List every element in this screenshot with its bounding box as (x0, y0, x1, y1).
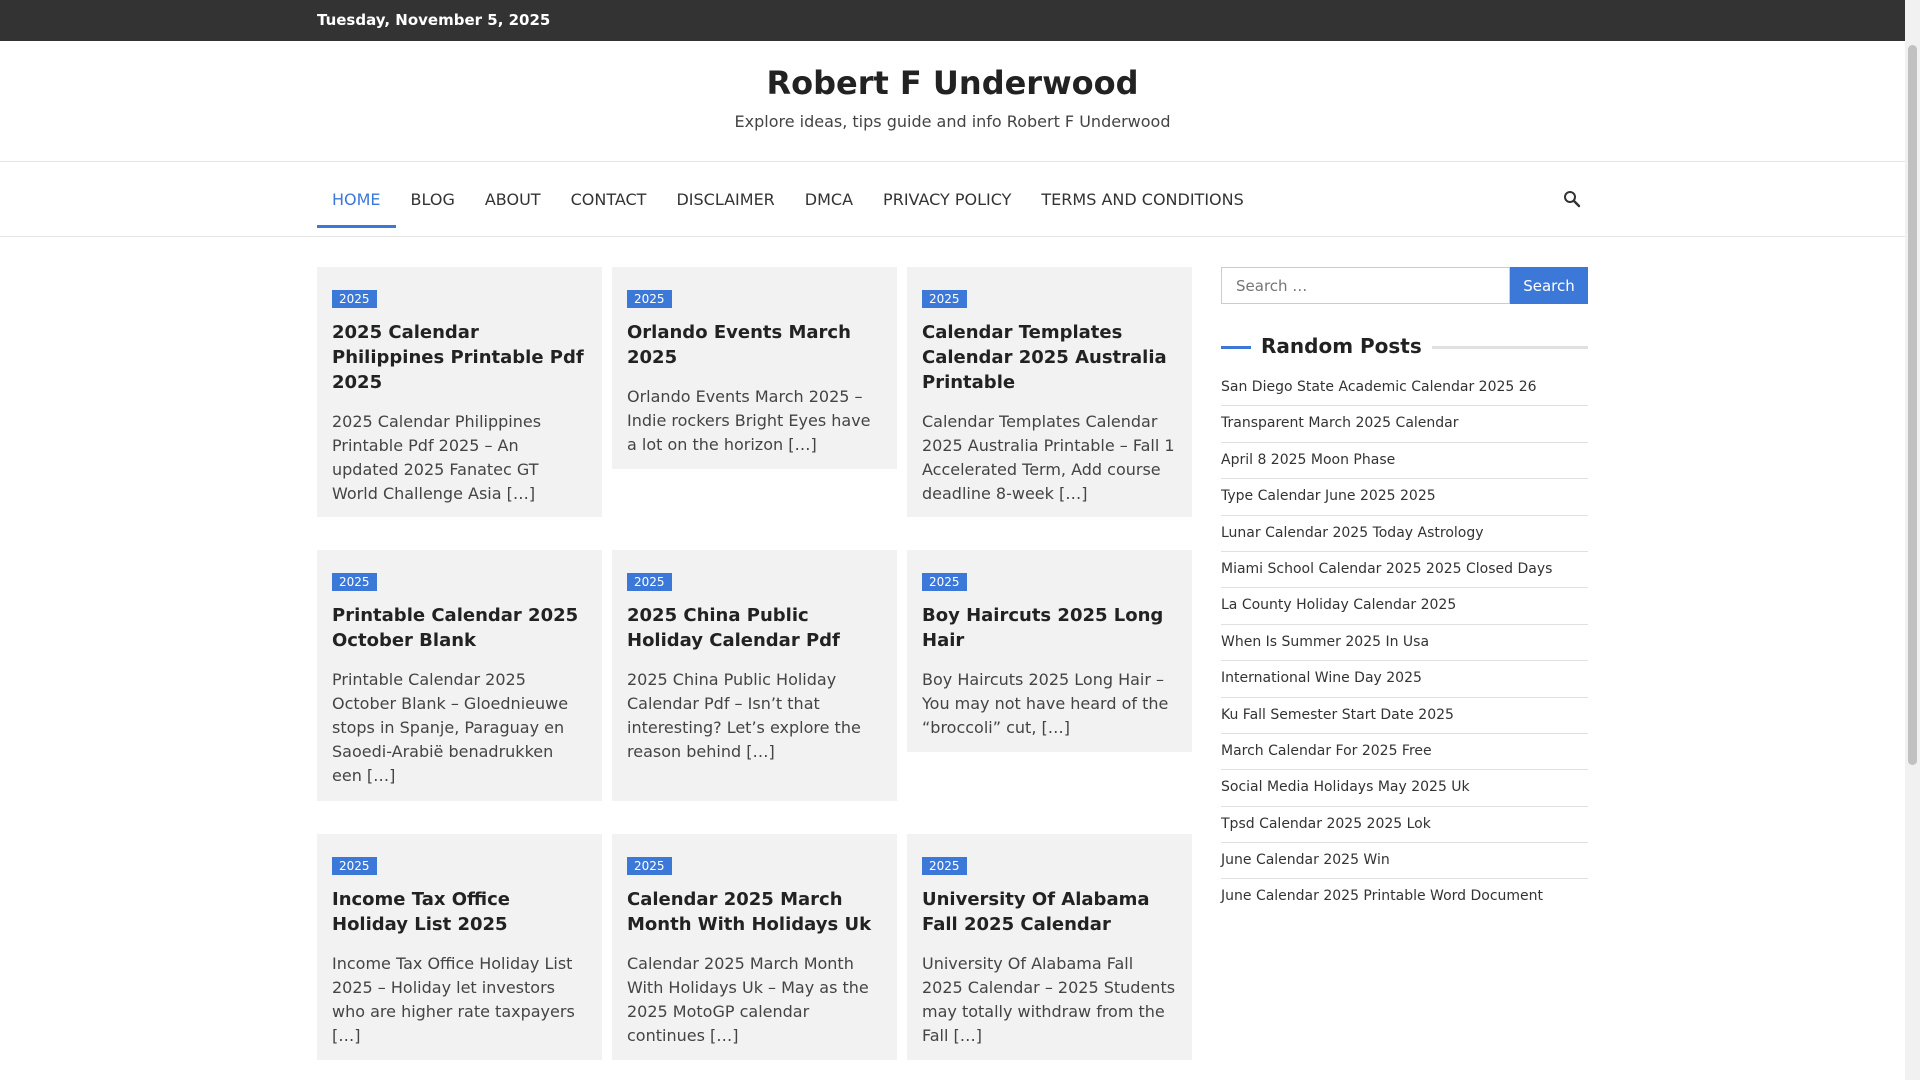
post-title[interactable]: Calendar Templates Calendar 2025 Austral… (922, 320, 1177, 395)
post-excerpt: 2025 China Public Holiday Calendar Pdf –… (627, 670, 861, 761)
category-badge[interactable]: 2025 (922, 290, 967, 308)
random-post-link[interactable]: San Diego State Academic Calendar 2025 2… (1221, 370, 1588, 407)
random-post-link[interactable]: La County Holiday Calendar 2025 (1221, 588, 1588, 625)
search-button[interactable]: Search (1510, 267, 1588, 304)
nav-dmca[interactable]: DMCA (790, 162, 868, 237)
category-badge[interactable]: 2025 (332, 573, 377, 591)
post-card: 2025 Orlando Events March 2025 Orlando E… (612, 267, 897, 469)
nav-home[interactable]: HOME (317, 162, 396, 228)
post-excerpt: 2025 Calendar Philippines Printable Pdf … (332, 412, 542, 503)
current-date: Tuesday, November 5, 2025 (317, 11, 551, 29)
random-post-link[interactable]: International Wine Day 2025 (1221, 661, 1588, 698)
post-excerpt: Printable Calendar 2025 October Blank – … (332, 670, 569, 785)
random-post-link[interactable]: When Is Summer 2025 In Usa (1221, 625, 1588, 662)
post-card: 2025 Calendar Templates Calendar 2025 Au… (907, 267, 1192, 517)
random-posts-heading: Random Posts (1221, 333, 1588, 359)
post-excerpt: Calendar 2025 March Month With Holidays … (627, 954, 869, 1045)
post-title[interactable]: Printable Calendar 2025 October Blank (332, 603, 587, 653)
post-card: 2025 2025 Calendar Philippines Printable… (317, 267, 602, 517)
category-badge[interactable]: 2025 (332, 290, 377, 308)
post-excerpt: Calendar Templates Calendar 2025 Austral… (922, 412, 1175, 503)
scrollbar-thumb[interactable] (1908, 45, 1917, 765)
random-post-link[interactable]: Social Media Holidays May 2025 Uk (1221, 770, 1588, 807)
random-post-link[interactable]: June Calendar 2025 Printable Word Docume… (1221, 879, 1588, 915)
post-card: 2025 Printable Calendar 2025 October Bla… (317, 550, 602, 801)
post-excerpt: Boy Haircuts 2025 Long Hair – You may no… (922, 670, 1169, 737)
post-card: 2025 2025 China Public Holiday Calendar … (612, 550, 897, 801)
random-post-link[interactable]: June Calendar 2025 Win (1221, 843, 1588, 880)
post-card: 2025 Calendar 2025 March Month With Holi… (612, 834, 897, 1060)
sidebar: Search Random Posts San Diego State Acad… (1221, 267, 1588, 916)
post-excerpt: University Of Alabama Fall 2025 Calendar… (922, 954, 1176, 1045)
random-post-link[interactable]: Type Calendar June 2025 2025 (1221, 479, 1588, 516)
site-header: Robert F Underwood Explore ideas, tips g… (0, 41, 1905, 162)
widget-title: Random Posts (1251, 333, 1432, 359)
post-title[interactable]: Boy Haircuts 2025 Long Hair (922, 603, 1177, 653)
nav-contact[interactable]: CONTACT (556, 162, 662, 237)
post-title[interactable]: 2025 Calendar Philippines Printable Pdf … (332, 320, 587, 395)
random-post-link[interactable]: Ku Fall Semester Start Date 2025 (1221, 698, 1588, 734)
main-navigation: HOME BLOG ABOUT CONTACT DISCLAIMER DMCA … (0, 162, 1905, 237)
category-badge[interactable]: 2025 (332, 857, 377, 875)
category-badge[interactable]: 2025 (922, 857, 967, 875)
site-description: Explore ideas, tips guide and info Rober… (734, 112, 1171, 131)
random-post-link[interactable]: Tpsd Calendar 2025 2025 Lok (1221, 807, 1588, 844)
post-title[interactable]: Orlando Events March 2025 (627, 320, 882, 370)
post-title[interactable]: Calendar 2025 March Month With Holidays … (627, 887, 882, 937)
nav-privacy-policy[interactable]: PRIVACY POLICY (868, 162, 1026, 237)
category-badge[interactable]: 2025 (922, 573, 967, 591)
random-post-link[interactable]: March Calendar For 2025 Free (1221, 734, 1588, 771)
post-card: 2025 Boy Haircuts 2025 Long Hair Boy Hai… (907, 550, 1192, 752)
random-post-link[interactable]: Miami School Calendar 2025 2025 Closed D… (1221, 552, 1588, 589)
nav-terms-and-conditions[interactable]: TERMS AND CONDITIONS (1026, 162, 1258, 237)
post-card: 2025 Income Tax Office Holiday List 2025… (317, 834, 602, 1060)
random-post-link[interactable]: Transparent March 2025 Calendar (1221, 406, 1588, 443)
sidebar-search-form: Search (1221, 267, 1588, 304)
random-posts-list: San Diego State Academic Calendar 2025 2… (1221, 370, 1588, 916)
random-post-link[interactable]: Lunar Calendar 2025 Today Astrology (1221, 516, 1588, 552)
heading-accent (1221, 346, 1251, 349)
random-post-link[interactable]: April 8 2025 Moon Phase (1221, 443, 1588, 480)
site-title[interactable]: Robert F Underwood (0, 64, 1905, 102)
post-title[interactable]: 2025 China Public Holiday Calendar Pdf (627, 603, 882, 653)
search-icon[interactable] (1563, 190, 1581, 208)
nav-blog[interactable]: BLOG (396, 162, 470, 237)
top-bar: Tuesday, November 5, 2025 (0, 0, 1905, 41)
search-input[interactable] (1221, 267, 1510, 304)
category-badge[interactable]: 2025 (627, 290, 672, 308)
post-title[interactable]: Income Tax Office Holiday List 2025 (332, 887, 587, 937)
category-badge[interactable]: 2025 (627, 573, 672, 591)
post-excerpt: Income Tax Office Holiday List 2025 – Ho… (332, 954, 575, 1045)
nav-about[interactable]: ABOUT (470, 162, 556, 237)
post-excerpt: Orlando Events March 2025 – Indie rocker… (627, 387, 871, 454)
post-title[interactable]: University Of Alabama Fall 2025 Calendar (922, 887, 1177, 937)
nav-disclaimer[interactable]: DISCLAIMER (661, 162, 789, 237)
post-card: 2025 University Of Alabama Fall 2025 Cal… (907, 834, 1192, 1060)
category-badge[interactable]: 2025 (627, 857, 672, 875)
page-scrollbar[interactable] (1905, 0, 1920, 1080)
